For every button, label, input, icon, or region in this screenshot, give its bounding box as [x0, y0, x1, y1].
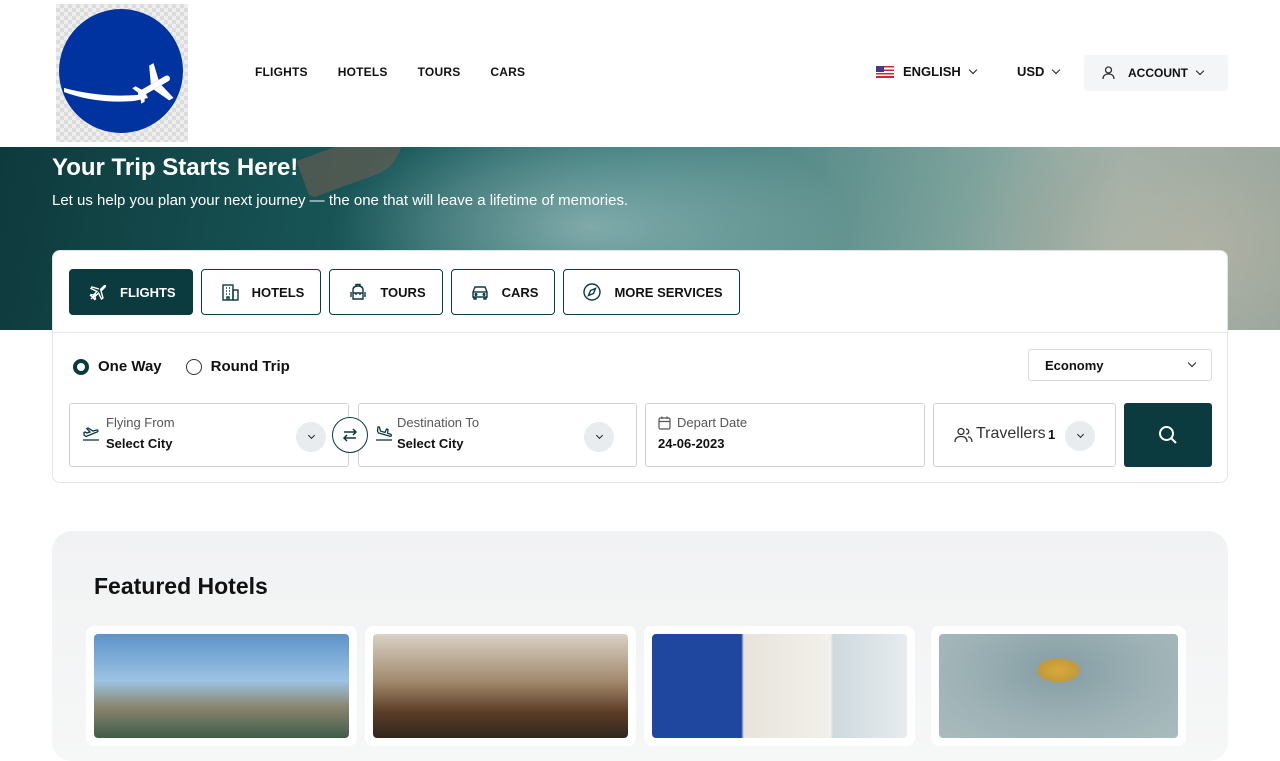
travellers-field[interactable]: Travellers 1	[933, 403, 1116, 467]
search-icon	[1159, 426, 1177, 444]
destination-label: Destination To	[397, 415, 480, 430]
language-selector[interactable]: ENGLISH	[876, 64, 978, 79]
us-flag-icon	[876, 65, 894, 78]
chevron-down-icon	[1052, 65, 1061, 74]
service-tabs: FLIGHTS HOTELS TOURS CARS MORE SERVICES	[69, 269, 748, 315]
hotel-card[interactable]	[86, 626, 357, 746]
backpack-icon	[350, 283, 367, 300]
building-icon	[221, 284, 239, 301]
hotel-image[interactable]	[94, 634, 349, 738]
currency-selector[interactable]: USD	[1017, 64, 1061, 79]
tab-tours[interactable]: TOURS	[329, 269, 443, 315]
depart-date-value: 24-06-2023	[658, 436, 725, 451]
travellers-label: Travellers	[976, 425, 1046, 442]
flying-from-dropdown[interactable]	[296, 422, 326, 452]
hero-title: Your Trip Starts Here!	[52, 154, 299, 181]
tab-hotels[interactable]: HOTELS	[200, 269, 322, 315]
airplane-icon	[89, 284, 107, 301]
language-label: ENGLISH	[903, 64, 961, 79]
nav-flights[interactable]: FLIGHTS	[255, 65, 308, 79]
currency-label: USD	[1017, 64, 1045, 79]
takeoff-icon	[83, 427, 99, 441]
cabin-class-value: Economy	[1045, 357, 1104, 373]
chevron-down-icon	[1187, 358, 1197, 368]
trip-type-selector: One Way Round Trip	[73, 358, 314, 375]
search-button[interactable]	[1124, 403, 1212, 467]
user-icon	[1102, 66, 1115, 80]
trip-option-one-way[interactable]: One Way	[73, 358, 162, 375]
depart-date-field[interactable]: Depart Date 24-06-2023	[645, 403, 925, 467]
travellers-dropdown[interactable]	[1065, 421, 1095, 451]
hotel-image[interactable]	[373, 634, 628, 738]
tab-cars-label: CARS	[501, 284, 539, 300]
chevron-down-icon	[595, 431, 603, 440]
compass-icon	[583, 283, 602, 301]
featured-hotels-section: Featured Hotels	[52, 531, 1228, 761]
hotel-card[interactable]	[365, 626, 636, 746]
flying-from-field[interactable]: Flying From Select City	[69, 403, 349, 467]
flying-from-label: Flying From	[106, 415, 175, 430]
tab-cars[interactable]: CARS	[450, 269, 556, 315]
main-nav: FLIGHTS HOTELS TOURS CARS	[255, 65, 555, 79]
chevron-down-icon	[968, 65, 978, 74]
tab-tours-label: TOURS	[380, 284, 426, 300]
hero-subtitle: Let us help you plan your next journey —…	[52, 192, 629, 209]
nav-tours[interactable]: TOURS	[418, 65, 461, 79]
search-panel: FLIGHTS HOTELS TOURS CARS MORE SERVICES …	[52, 250, 1229, 483]
chevron-down-icon	[307, 431, 315, 440]
users-icon	[954, 427, 973, 443]
tab-more-services[interactable]: MORE SERVICES	[563, 269, 740, 315]
destination-value: Select City	[397, 436, 464, 451]
destination-dropdown[interactable]	[584, 422, 614, 452]
tabs-divider	[53, 332, 1229, 333]
site-header: FLIGHTS HOTELS TOURS CARS ENGLISH USD AC…	[0, 0, 1280, 147]
trip-option-label: One Way	[98, 358, 162, 375]
trip-option-label: Round Trip	[210, 358, 290, 375]
tab-flights-label: FLIGHTS	[120, 284, 176, 300]
chevron-down-icon	[1076, 430, 1084, 439]
hotel-card[interactable]	[931, 626, 1186, 746]
swap-cities-button[interactable]	[332, 417, 368, 453]
flying-from-value: Select City	[106, 436, 173, 451]
hotel-card[interactable]	[644, 626, 915, 746]
nav-cars[interactable]: CARS	[490, 65, 525, 79]
nav-hotels[interactable]: HOTELS	[338, 65, 388, 79]
swap-icon	[342, 428, 358, 442]
car-icon	[471, 286, 488, 300]
tab-hotels-label: HOTELS	[251, 284, 305, 300]
calendar-icon	[658, 416, 671, 430]
site-logo[interactable]	[56, 4, 188, 142]
tab-flights[interactable]: FLIGHTS	[69, 269, 193, 315]
radio-one-way[interactable]	[73, 358, 89, 375]
depart-date-label: Depart Date	[677, 415, 748, 430]
landing-icon	[376, 426, 393, 441]
destination-field[interactable]: Destination To Select City	[358, 403, 637, 467]
radio-round-trip[interactable]	[185, 358, 202, 375]
featured-hotels-title: Featured Hotels	[94, 573, 268, 599]
account-button[interactable]: ACCOUNT	[1084, 55, 1228, 91]
chevron-down-icon	[1195, 66, 1205, 76]
hotel-image[interactable]	[939, 634, 1178, 738]
hotel-image[interactable]	[652, 634, 907, 738]
travellers-count: 1	[1048, 427, 1056, 442]
trip-option-round-trip[interactable]: Round Trip	[185, 358, 290, 375]
cabin-class-select[interactable]: Economy	[1028, 349, 1212, 381]
account-label: ACCOUNT	[1128, 66, 1188, 80]
tab-more-services-label: MORE SERVICES	[614, 284, 723, 300]
